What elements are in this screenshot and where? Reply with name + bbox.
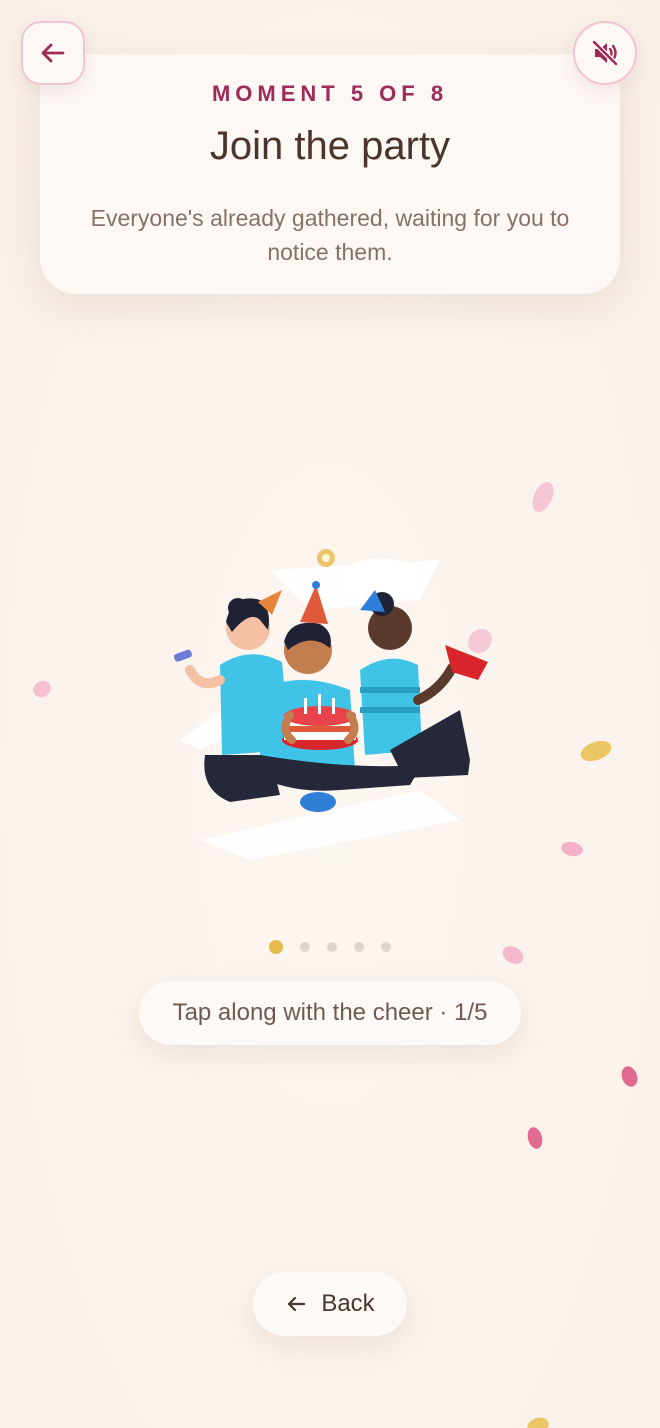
petal-decoration	[528, 478, 558, 516]
moment-description: Everyone's already gathered, waiting for…	[90, 205, 570, 265]
petal-decoration	[577, 737, 615, 765]
top-back-button[interactable]	[21, 21, 85, 85]
petal-decoration	[559, 840, 585, 858]
moment-card: MOMENT 5 OF 8 Join the party Everyone's …	[40, 54, 620, 294]
arrow-left-icon	[288, 1296, 306, 1312]
party-moment-screen: MOMENT 5 OF 8 Join the party Everyone's …	[0, 0, 660, 1428]
progress-dot-active	[269, 940, 283, 954]
cheer-tap-button[interactable]: Tap along with the cheer · 1/5	[139, 981, 521, 1045]
petal-decoration	[525, 1125, 545, 1151]
petal-decoration	[30, 677, 54, 701]
back-button[interactable]: Back	[253, 1272, 407, 1336]
moment-counter: MOMENT 5 OF 8	[211, 81, 449, 106]
mute-toggle-button[interactable]	[573, 21, 637, 85]
cheer-label: Tap along with the cheer · 1/5	[172, 999, 488, 1026]
back-button-label: Back	[321, 1290, 375, 1317]
progress-dot	[300, 942, 310, 952]
petal-decoration	[524, 1414, 552, 1428]
speaker-muted-icon	[591, 39, 619, 67]
party-friends-illustration	[173, 549, 488, 860]
progress-dot	[381, 942, 391, 952]
page-title: Join the party	[209, 124, 451, 168]
cheer-progress-dots	[0, 940, 660, 954]
petal-decoration	[618, 1064, 641, 1089]
progress-dot	[354, 942, 364, 952]
progress-dot	[327, 942, 337, 952]
arrow-left-icon	[41, 43, 65, 63]
